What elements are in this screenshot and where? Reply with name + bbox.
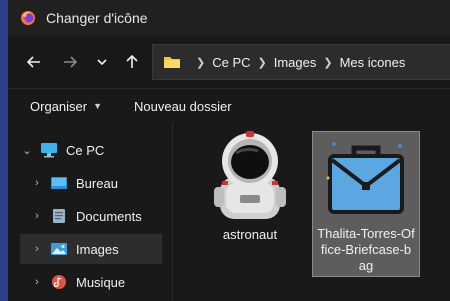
change-icon-dialog: Changer d'icône ❯ Ce PC ❯ Images ❯ Mes i… bbox=[8, 0, 450, 301]
title-bar: Changer d'icône bbox=[8, 0, 450, 36]
sidebar-item-images[interactable]: › Images bbox=[20, 234, 162, 264]
sidebar-item-label: Ce PC bbox=[66, 142, 105, 158]
breadcrumb-images[interactable]: Images bbox=[274, 55, 317, 70]
sidebar-item-ce-pc[interactable]: ⌄ Ce PC bbox=[20, 135, 160, 165]
computer-icon bbox=[40, 142, 58, 158]
file-name-line: fice-Briefcase-b bbox=[320, 242, 412, 257]
organize-button[interactable]: Organiser ▼ bbox=[30, 99, 102, 114]
briefcase-icon bbox=[326, 142, 404, 214]
desktop-folder-icon bbox=[50, 175, 68, 191]
file-name-briefcase: Thalita-Torres-Of fice-Briefcase-b ag bbox=[317, 226, 415, 274]
navigation-pane: ⌄ Ce PC › Bureau › Documents › Images › … bbox=[8, 123, 173, 301]
navigation-bar: ❯ Ce PC ❯ Images ❯ Mes icones bbox=[8, 36, 450, 88]
sidebar-item-musique[interactable]: › Musique bbox=[30, 267, 160, 297]
chevron-right-icon[interactable]: › bbox=[30, 243, 44, 255]
new-folder-button[interactable]: Nouveau dossier bbox=[134, 99, 232, 114]
pictures-icon bbox=[50, 241, 68, 257]
breadcrumb-separator: ❯ bbox=[323, 56, 333, 69]
sidebar-item-label: Musique bbox=[76, 274, 126, 290]
music-icon bbox=[50, 274, 68, 290]
documents-icon bbox=[50, 208, 68, 224]
chevron-right-icon[interactable]: › bbox=[30, 276, 44, 288]
chevron-right-icon[interactable]: › bbox=[30, 210, 44, 222]
chevron-right-icon[interactable]: › bbox=[30, 177, 44, 189]
sidebar-item-label: Images bbox=[76, 241, 119, 257]
organize-label: Organiser bbox=[30, 98, 88, 114]
new-folder-label: Nouveau dossier bbox=[134, 98, 232, 114]
sidebar-item-label: Bureau bbox=[76, 175, 118, 191]
back-button[interactable] bbox=[20, 48, 48, 76]
address-bar[interactable]: ❯ Ce PC ❯ Images ❯ Mes icones bbox=[152, 44, 450, 80]
chevron-down-icon bbox=[97, 59, 107, 66]
sidebar-item-label: Documents bbox=[76, 208, 142, 224]
firefox-icon bbox=[21, 11, 35, 25]
sidebar-item-bureau[interactable]: › Bureau bbox=[30, 168, 160, 198]
caret-down-icon: ▼ bbox=[93, 101, 102, 111]
astronaut-icon bbox=[214, 131, 286, 219]
sidebar-item-documents[interactable]: › Documents bbox=[30, 201, 160, 231]
command-bar: Organiser ▼ Nouveau dossier bbox=[8, 88, 450, 124]
file-item-briefcase[interactable]: Thalita-Torres-Of fice-Briefcase-b ag bbox=[312, 131, 420, 277]
breadcrumb-ce-pc[interactable]: Ce PC bbox=[212, 55, 250, 70]
file-name-line: ag bbox=[358, 258, 374, 273]
file-list: astronaut Thalita-Torres-Of fice-Briefca… bbox=[174, 123, 450, 301]
chevron-down-icon[interactable]: ⌄ bbox=[20, 144, 34, 157]
arrow-right-icon bbox=[64, 56, 78, 68]
up-button[interactable] bbox=[118, 48, 146, 76]
breadcrumb-separator: ❯ bbox=[257, 56, 267, 69]
file-name-astronaut: astronaut bbox=[222, 227, 278, 242]
file-item-astronaut[interactable]: astronaut bbox=[198, 131, 302, 243]
breadcrumb-separator: ❯ bbox=[196, 56, 206, 69]
arrow-up-icon bbox=[126, 54, 138, 68]
window-title: Changer d'icône bbox=[46, 10, 148, 26]
forward-button[interactable] bbox=[56, 48, 84, 76]
arrow-left-icon bbox=[26, 56, 40, 68]
file-name-line: Thalita-Torres-Of bbox=[317, 226, 415, 241]
recent-locations-button[interactable] bbox=[88, 48, 116, 76]
breadcrumb-mes-icones[interactable]: Mes icones bbox=[340, 55, 406, 70]
folder-icon bbox=[164, 57, 180, 68]
